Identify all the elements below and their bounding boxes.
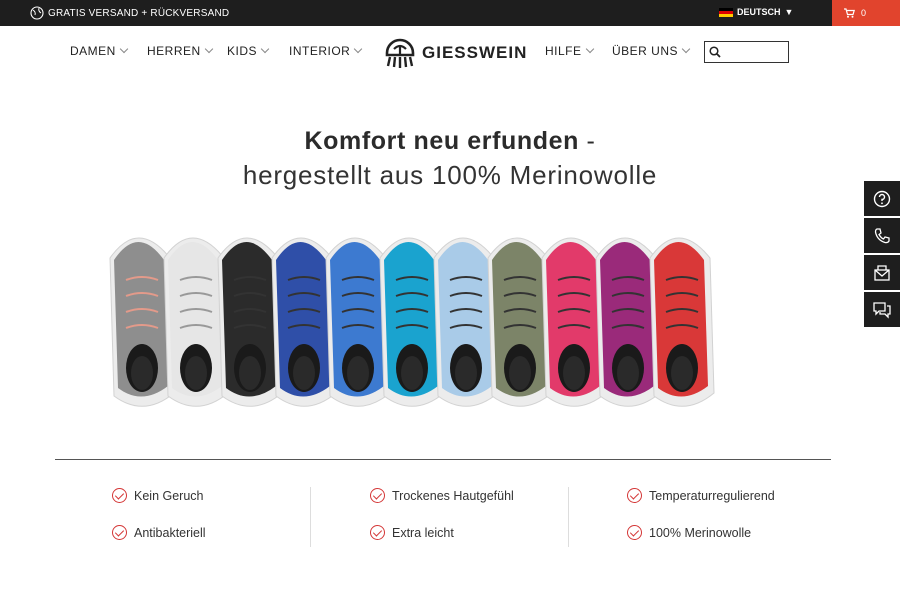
feature-label: Temperaturregulierend xyxy=(649,488,775,503)
hero-title-dash: - xyxy=(579,127,596,155)
main-nav: DAMEN HERREN KIDS INTERIOR GIESSWEIN HIL… xyxy=(0,26,900,76)
top-bar: GRATIS VERSAND + RÜCKVERSAND DEUTSCH ▼ 0 xyxy=(0,0,900,26)
nav-item-hilfe[interactable]: HILFE xyxy=(545,44,594,58)
feature-separator xyxy=(310,487,311,547)
chevron-down-icon xyxy=(204,44,213,54)
check-icon xyxy=(627,525,642,540)
help-icon xyxy=(873,190,891,207)
hero-title-bold: Komfort neu erfunden xyxy=(304,127,579,155)
globe-icon xyxy=(30,6,44,20)
nav-label: ÜBER UNS xyxy=(612,44,679,58)
nav-label: HILFE xyxy=(545,44,582,58)
shoe xyxy=(649,237,715,407)
chevron-down-icon xyxy=(681,44,691,54)
logo-text: GIESSWEIN xyxy=(422,43,528,62)
nav-item-kids[interactable]: KIDS xyxy=(227,44,270,58)
feature-label: 100% Merinowolle xyxy=(649,525,752,540)
chevron-down-icon xyxy=(585,44,594,54)
nav-label: HERREN xyxy=(147,44,201,58)
check-icon xyxy=(370,488,385,503)
giesswein-logo-icon xyxy=(385,38,415,68)
search-icon xyxy=(709,46,721,58)
feature-item: Extra leicht xyxy=(370,525,454,540)
hero-shoes-image[interactable] xyxy=(100,218,790,433)
divider xyxy=(55,459,831,460)
language-label: DEUTSCH xyxy=(737,7,781,17)
caret-down-icon: ▼ xyxy=(784,7,794,17)
shipping-text: GRATIS VERSAND + RÜCKVERSAND xyxy=(48,7,230,19)
logo[interactable]: GIESSWEIN xyxy=(382,37,527,69)
nav-label: INTERIOR xyxy=(289,44,351,58)
feature-item: Antibakteriell xyxy=(112,525,206,540)
mail-icon xyxy=(874,264,890,281)
language-selector[interactable]: DEUTSCH ▼ xyxy=(719,7,793,17)
feature-label: Kein Geruch xyxy=(134,488,204,503)
cart-icon xyxy=(844,8,855,18)
hero-title: Komfort neu erfunden - xyxy=(0,127,900,156)
flag-de-icon xyxy=(719,7,733,17)
feature-item: Temperaturregulierend xyxy=(627,488,775,503)
chat-icon xyxy=(873,301,891,319)
check-icon xyxy=(112,488,127,503)
nav-item-interior[interactable]: INTERIOR xyxy=(289,44,363,58)
cart-button[interactable]: 0 xyxy=(832,0,900,26)
feature-separator xyxy=(568,487,569,547)
chevron-down-icon xyxy=(260,44,270,54)
shipping-info: GRATIS VERSAND + RÜCKVERSAND xyxy=(30,6,229,20)
chat-button[interactable] xyxy=(864,292,900,327)
check-icon xyxy=(112,525,127,540)
nav-item-ueber-uns[interactable]: ÜBER UNS xyxy=(612,44,691,58)
feature-item: 100% Merinowolle xyxy=(627,525,751,540)
nav-item-herren[interactable]: HERREN xyxy=(147,44,213,58)
chevron-down-icon xyxy=(119,44,129,54)
feature-label: Extra leicht xyxy=(392,525,454,540)
phone-icon xyxy=(874,227,890,243)
nav-label: DAMEN xyxy=(70,44,116,58)
mail-button[interactable] xyxy=(864,255,900,290)
nav-label: KIDS xyxy=(227,44,258,58)
feature-label: Antibakteriell xyxy=(134,525,206,540)
chevron-down-icon xyxy=(354,44,363,54)
phone-button[interactable] xyxy=(864,218,900,253)
search-input[interactable] xyxy=(704,41,789,63)
check-icon xyxy=(627,488,642,503)
cart-count: 0 xyxy=(861,8,867,18)
check-icon xyxy=(370,525,385,540)
feature-item: Trockenes Hautgefühl xyxy=(370,488,514,503)
hero-subtitle: hergestellt aus 100% Merinowolle xyxy=(242,160,658,190)
feature-item: Kein Geruch xyxy=(112,488,203,503)
feature-label: Trockenes Hautgefühl xyxy=(392,488,514,503)
help-button[interactable] xyxy=(864,181,900,216)
nav-item-damen[interactable]: DAMEN xyxy=(70,44,129,58)
